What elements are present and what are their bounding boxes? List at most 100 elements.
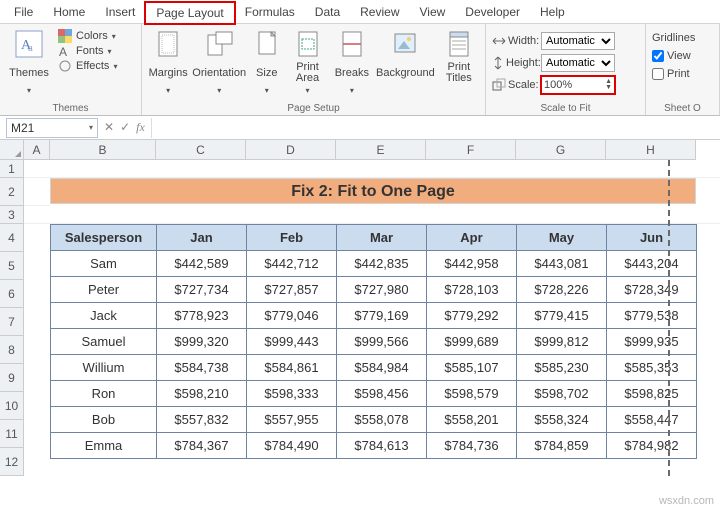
cell-value[interactable]: $443,081 — [517, 251, 607, 277]
col-jun[interactable]: Jun — [607, 225, 697, 251]
cell-value[interactable]: $598,825 — [607, 381, 697, 407]
cancel-icon[interactable]: ✕ — [104, 120, 114, 135]
cell-value[interactable]: $999,689 — [427, 329, 517, 355]
col-header[interactable]: G — [516, 140, 606, 160]
col-header[interactable]: B — [50, 140, 156, 160]
tab-home[interactable]: Home — [43, 2, 95, 22]
cell-value[interactable]: $999,566 — [337, 329, 427, 355]
cell-salesperson[interactable]: Jack — [51, 303, 157, 329]
cell-value[interactable]: $598,210 — [157, 381, 247, 407]
background-button[interactable]: Background — [376, 27, 435, 85]
cell-value[interactable]: $999,812 — [517, 329, 607, 355]
tab-page-layout[interactable]: Page Layout — [145, 2, 234, 24]
cell-value[interactable]: $779,046 — [247, 303, 337, 329]
cell-value[interactable]: $999,443 — [247, 329, 337, 355]
col-apr[interactable]: Apr — [427, 225, 517, 251]
name-box[interactable]: M21 ▾ — [6, 118, 98, 138]
fx-icon[interactable]: fx — [136, 120, 145, 135]
row-header[interactable]: 1 — [0, 160, 24, 178]
scale-spinner[interactable]: 100% ▲▼ — [541, 76, 615, 94]
spinner-arrows-icon[interactable]: ▲▼ — [605, 79, 612, 91]
row-header[interactable]: 5 — [0, 252, 24, 280]
themes-button[interactable]: Aa Themes ▾ — [6, 27, 52, 95]
tab-data[interactable]: Data — [305, 2, 350, 22]
cell-salesperson[interactable]: Emma — [51, 433, 157, 459]
cell-value[interactable]: $442,712 — [247, 251, 337, 277]
cell-value[interactable]: $727,980 — [337, 277, 427, 303]
row-header[interactable]: 4 — [0, 224, 24, 252]
cell-value[interactable]: $728,103 — [427, 277, 517, 303]
col-header[interactable]: A — [24, 140, 50, 160]
cell-value[interactable]: $442,835 — [337, 251, 427, 277]
cell-salesperson[interactable]: Samuel — [51, 329, 157, 355]
cell-value[interactable]: $999,935 — [607, 329, 697, 355]
cell-value[interactable]: $779,292 — [427, 303, 517, 329]
breaks-button[interactable]: Breaks▾ — [332, 27, 372, 95]
row-header[interactable]: 6 — [0, 280, 24, 308]
cell-value[interactable]: $598,456 — [337, 381, 427, 407]
cell-value[interactable]: $784,736 — [427, 433, 517, 459]
margins-button[interactable]: Margins▾ — [148, 27, 188, 95]
cell-value[interactable]: $728,226 — [517, 277, 607, 303]
cell-value[interactable]: $784,367 — [157, 433, 247, 459]
gridlines-view-checkbox[interactable]: View — [652, 47, 691, 65]
orientation-button[interactable]: Orientation▾ — [192, 27, 246, 95]
height-select[interactable]: Automatic — [541, 54, 615, 72]
row-header[interactable]: 3 — [0, 206, 24, 224]
cell-value[interactable]: $784,613 — [337, 433, 427, 459]
col-mar[interactable]: Mar — [337, 225, 427, 251]
width-select[interactable]: Automatic — [541, 32, 615, 50]
cell-value[interactable]: $779,415 — [517, 303, 607, 329]
colors-button[interactable]: Colors ▾ — [58, 29, 117, 43]
cell-value[interactable]: $585,230 — [517, 355, 607, 381]
size-button[interactable]: Size▾ — [250, 27, 283, 95]
cell-value[interactable]: $784,490 — [247, 433, 337, 459]
cell-value[interactable]: $784,859 — [517, 433, 607, 459]
cell-value[interactable]: $442,958 — [427, 251, 517, 277]
col-header[interactable]: H — [606, 140, 696, 160]
cell-value[interactable]: $442,589 — [157, 251, 247, 277]
cell-value[interactable]: $584,861 — [247, 355, 337, 381]
col-header[interactable]: E — [336, 140, 426, 160]
col-jan[interactable]: Jan — [157, 225, 247, 251]
cell-salesperson[interactable]: Bob — [51, 407, 157, 433]
fonts-button[interactable]: A Fonts ▾ — [58, 44, 117, 58]
col-header[interactable]: F — [426, 140, 516, 160]
cell-value[interactable]: $557,955 — [247, 407, 337, 433]
tab-developer[interactable]: Developer — [455, 2, 530, 22]
cell-value[interactable]: $558,447 — [607, 407, 697, 433]
cell-value[interactable]: $558,078 — [337, 407, 427, 433]
tab-help[interactable]: Help — [530, 2, 575, 22]
row-header[interactable]: 7 — [0, 308, 24, 336]
cell-value[interactable]: $558,201 — [427, 407, 517, 433]
tab-review[interactable]: Review — [350, 2, 409, 22]
tab-formulas[interactable]: Formulas — [235, 2, 305, 22]
select-all-corner[interactable] — [0, 140, 24, 160]
col-may[interactable]: May — [517, 225, 607, 251]
row-header[interactable]: 8 — [0, 336, 24, 364]
print-area-button[interactable]: Print Area▾ — [287, 27, 327, 95]
cell-value[interactable]: $584,738 — [157, 355, 247, 381]
cell-value[interactable]: $779,169 — [337, 303, 427, 329]
cell-value[interactable]: $585,107 — [427, 355, 517, 381]
cell-salesperson[interactable]: Peter — [51, 277, 157, 303]
tab-file[interactable]: File — [4, 2, 43, 22]
col-salesperson[interactable]: Salesperson — [51, 225, 157, 251]
row-header[interactable]: 9 — [0, 364, 24, 392]
cell-value[interactable]: $598,333 — [247, 381, 337, 407]
cell-value[interactable]: $584,984 — [337, 355, 427, 381]
row-header[interactable]: 10 — [0, 392, 24, 420]
cell-value[interactable]: $557,832 — [157, 407, 247, 433]
cell-value[interactable]: $784,982 — [607, 433, 697, 459]
cell-value[interactable]: $778,923 — [157, 303, 247, 329]
gridlines-print-checkbox[interactable]: Print — [652, 65, 690, 83]
tab-insert[interactable]: Insert — [95, 2, 145, 22]
print-titles-button[interactable]: Print Titles — [439, 27, 479, 85]
cell-salesperson[interactable]: Sam — [51, 251, 157, 277]
cell-value[interactable]: $999,320 — [157, 329, 247, 355]
col-header[interactable]: C — [156, 140, 246, 160]
enter-icon[interactable]: ✓ — [120, 120, 130, 135]
cell-value[interactable]: $779,538 — [607, 303, 697, 329]
formula-input[interactable] — [151, 118, 720, 138]
cell-salesperson[interactable]: Willium — [51, 355, 157, 381]
